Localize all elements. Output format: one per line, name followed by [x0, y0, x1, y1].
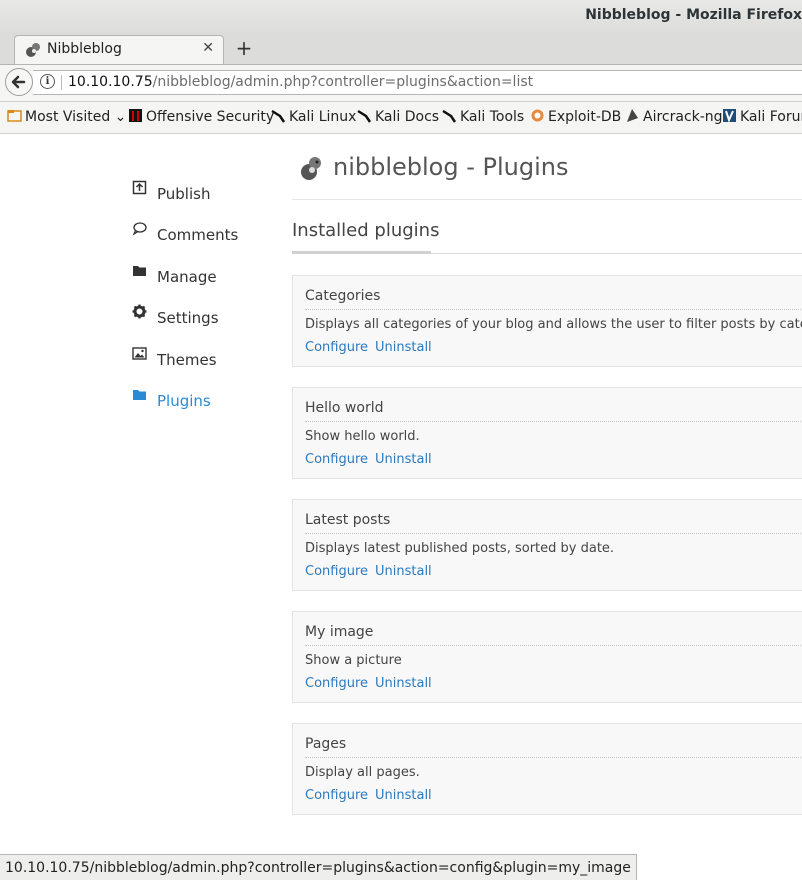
plugin-name: Latest posts: [305, 512, 391, 528]
configure-link[interactable]: Configure: [305, 340, 368, 355]
plugin-description: Show a picture: [305, 653, 402, 668]
plugin-divider: [305, 757, 802, 758]
bookmark-most-visited[interactable]: Most Visited ⌄: [7, 108, 126, 125]
exploit-db-icon: [530, 108, 545, 123]
uninstall-link[interactable]: Uninstall: [375, 788, 432, 803]
status-bar: 10.10.10.75/nibbleblog/admin.php?control…: [0, 854, 637, 880]
sidebar-item-label: Themes: [157, 351, 217, 369]
back-button[interactable]: [5, 68, 33, 96]
page-content: Publish Comments Manage Settings Themes …: [0, 134, 802, 854]
plugin-card-my-image: My image Show a picture Configure Uninst…: [292, 611, 802, 703]
bookmark-kali-forums[interactable]: Kali Forums: [722, 108, 802, 125]
url-text[interactable]: 10.10.10.75/nibbleblog/admin.php?control…: [68, 74, 533, 90]
uninstall-link[interactable]: Uninstall: [375, 564, 432, 579]
section-title-underline: [292, 251, 431, 254]
sidebar-item-label: Manage: [157, 268, 217, 286]
plugin-name: Pages: [305, 736, 347, 752]
bookmark-label: Kali Linux: [289, 109, 357, 125]
sidebar-item-label: Plugins: [157, 392, 211, 410]
configure-link[interactable]: Configure: [305, 452, 368, 467]
offsec-icon: [128, 108, 143, 123]
configure-link[interactable]: Configure: [305, 788, 368, 803]
comment-icon: [132, 221, 147, 236]
sidebar-item-label: Settings: [157, 309, 219, 327]
plugin-description: Display all pages.: [305, 765, 420, 780]
url-bar[interactable]: i 10.10.10.75/nibbleblog/admin.php?contr…: [33, 70, 802, 95]
bookmark-label: Offensive Security: [146, 109, 275, 125]
bookmark-exploit-db[interactable]: Exploit-DB: [530, 108, 621, 125]
kali-dragon-icon: [271, 108, 286, 123]
publish-icon: [132, 180, 147, 195]
bookmark-label: Most Visited: [25, 109, 111, 125]
plugin-name: My image: [305, 624, 374, 640]
bookmark-label: Aircrack-ng: [643, 109, 723, 125]
bookmark-offensive-security[interactable]: Offensive Security: [128, 108, 274, 125]
aircrack-icon: [625, 108, 640, 123]
bookmark-kali-linux[interactable]: Kali Linux: [271, 108, 356, 125]
plugin-card-pages: Pages Display all pages. Configure Unins…: [292, 723, 802, 815]
configure-link[interactable]: Configure: [305, 676, 368, 691]
site-info-icon[interactable]: i: [40, 74, 55, 89]
plugin-divider: [305, 533, 802, 534]
plugin-name: Hello world: [305, 400, 384, 416]
kali-dragon-icon: [442, 108, 457, 123]
plugin-divider: [305, 309, 802, 310]
folder-icon: [7, 108, 22, 123]
back-arrow-icon: [11, 75, 26, 89]
plugin-description: Displays latest published posts, sorted …: [305, 541, 615, 556]
bookmark-label: Exploit-DB: [548, 109, 622, 125]
bookmark-aircrack-ng[interactable]: Aircrack-ng: [625, 108, 723, 125]
image-icon: [132, 346, 147, 361]
kali-forums-icon: [722, 108, 737, 123]
folder-icon: [132, 387, 147, 402]
bookmark-kali-docs[interactable]: Kali Docs: [357, 108, 439, 125]
close-tab-icon[interactable]: ✕: [202, 40, 214, 56]
plugin-description: Displays all categories of your blog and…: [305, 317, 802, 332]
uninstall-link[interactable]: Uninstall: [375, 676, 432, 691]
tab-nibbleblog[interactable]: Nibbleblog ✕: [14, 35, 224, 64]
bookmark-label: Kali Forums: [740, 109, 802, 125]
plugin-description: Show hello world.: [305, 429, 420, 444]
plugin-divider: [305, 421, 802, 422]
chevron-down-icon: ⌄: [110, 109, 127, 125]
section-title: Installed plugins: [292, 220, 440, 241]
uninstall-link[interactable]: Uninstall: [375, 340, 432, 355]
bookmark-label: Kali Tools: [460, 109, 525, 125]
plugin-card-categories: Categories Displays all categories of yo…: [292, 275, 802, 367]
url-separator: [61, 75, 62, 90]
configure-link[interactable]: Configure: [305, 564, 368, 579]
kali-dragon-icon: [357, 108, 372, 123]
plugin-card-latest-posts: Latest posts Displays latest published p…: [292, 499, 802, 591]
tab-strip: Nibbleblog ✕ +: [0, 34, 802, 65]
page-title-text: nibbleblog - Plugins: [333, 153, 569, 181]
sidebar-item-label: Comments: [157, 226, 239, 244]
plugin-divider: [305, 645, 802, 646]
url-host: 10.10.10.75: [68, 74, 153, 90]
navigation-bar: i 10.10.10.75/nibbleblog/admin.php?contr…: [0, 65, 802, 102]
nibbleblog-logo-icon: [300, 155, 324, 189]
window-titlebar: Nibbleblog - Mozilla Firefox: [0, 0, 802, 34]
tab-label: Nibbleblog: [47, 41, 122, 57]
window-title: Nibbleblog - Mozilla Firefox: [585, 7, 802, 23]
sidebar-item-label: Publish: [157, 185, 211, 203]
bookmark-label: Kali Docs: [375, 109, 440, 125]
new-tab-button[interactable]: +: [233, 35, 255, 63]
plugin-name: Categories: [305, 288, 381, 304]
nibbleblog-favicon-icon: [25, 42, 41, 62]
header-divider: [292, 199, 802, 200]
bookmarks-toolbar: Most Visited ⌄ Offensive Security Kali L…: [0, 102, 802, 134]
uninstall-link[interactable]: Uninstall: [375, 452, 432, 467]
folder-icon: [132, 263, 147, 278]
plugin-card-hello-world: Hello world Show hello world. Configure …: [292, 387, 802, 479]
bookmark-kali-tools[interactable]: Kali Tools: [442, 108, 524, 125]
url-path: /nibbleblog/admin.php?controller=plugins…: [152, 74, 534, 90]
gear-icon: [132, 304, 147, 319]
